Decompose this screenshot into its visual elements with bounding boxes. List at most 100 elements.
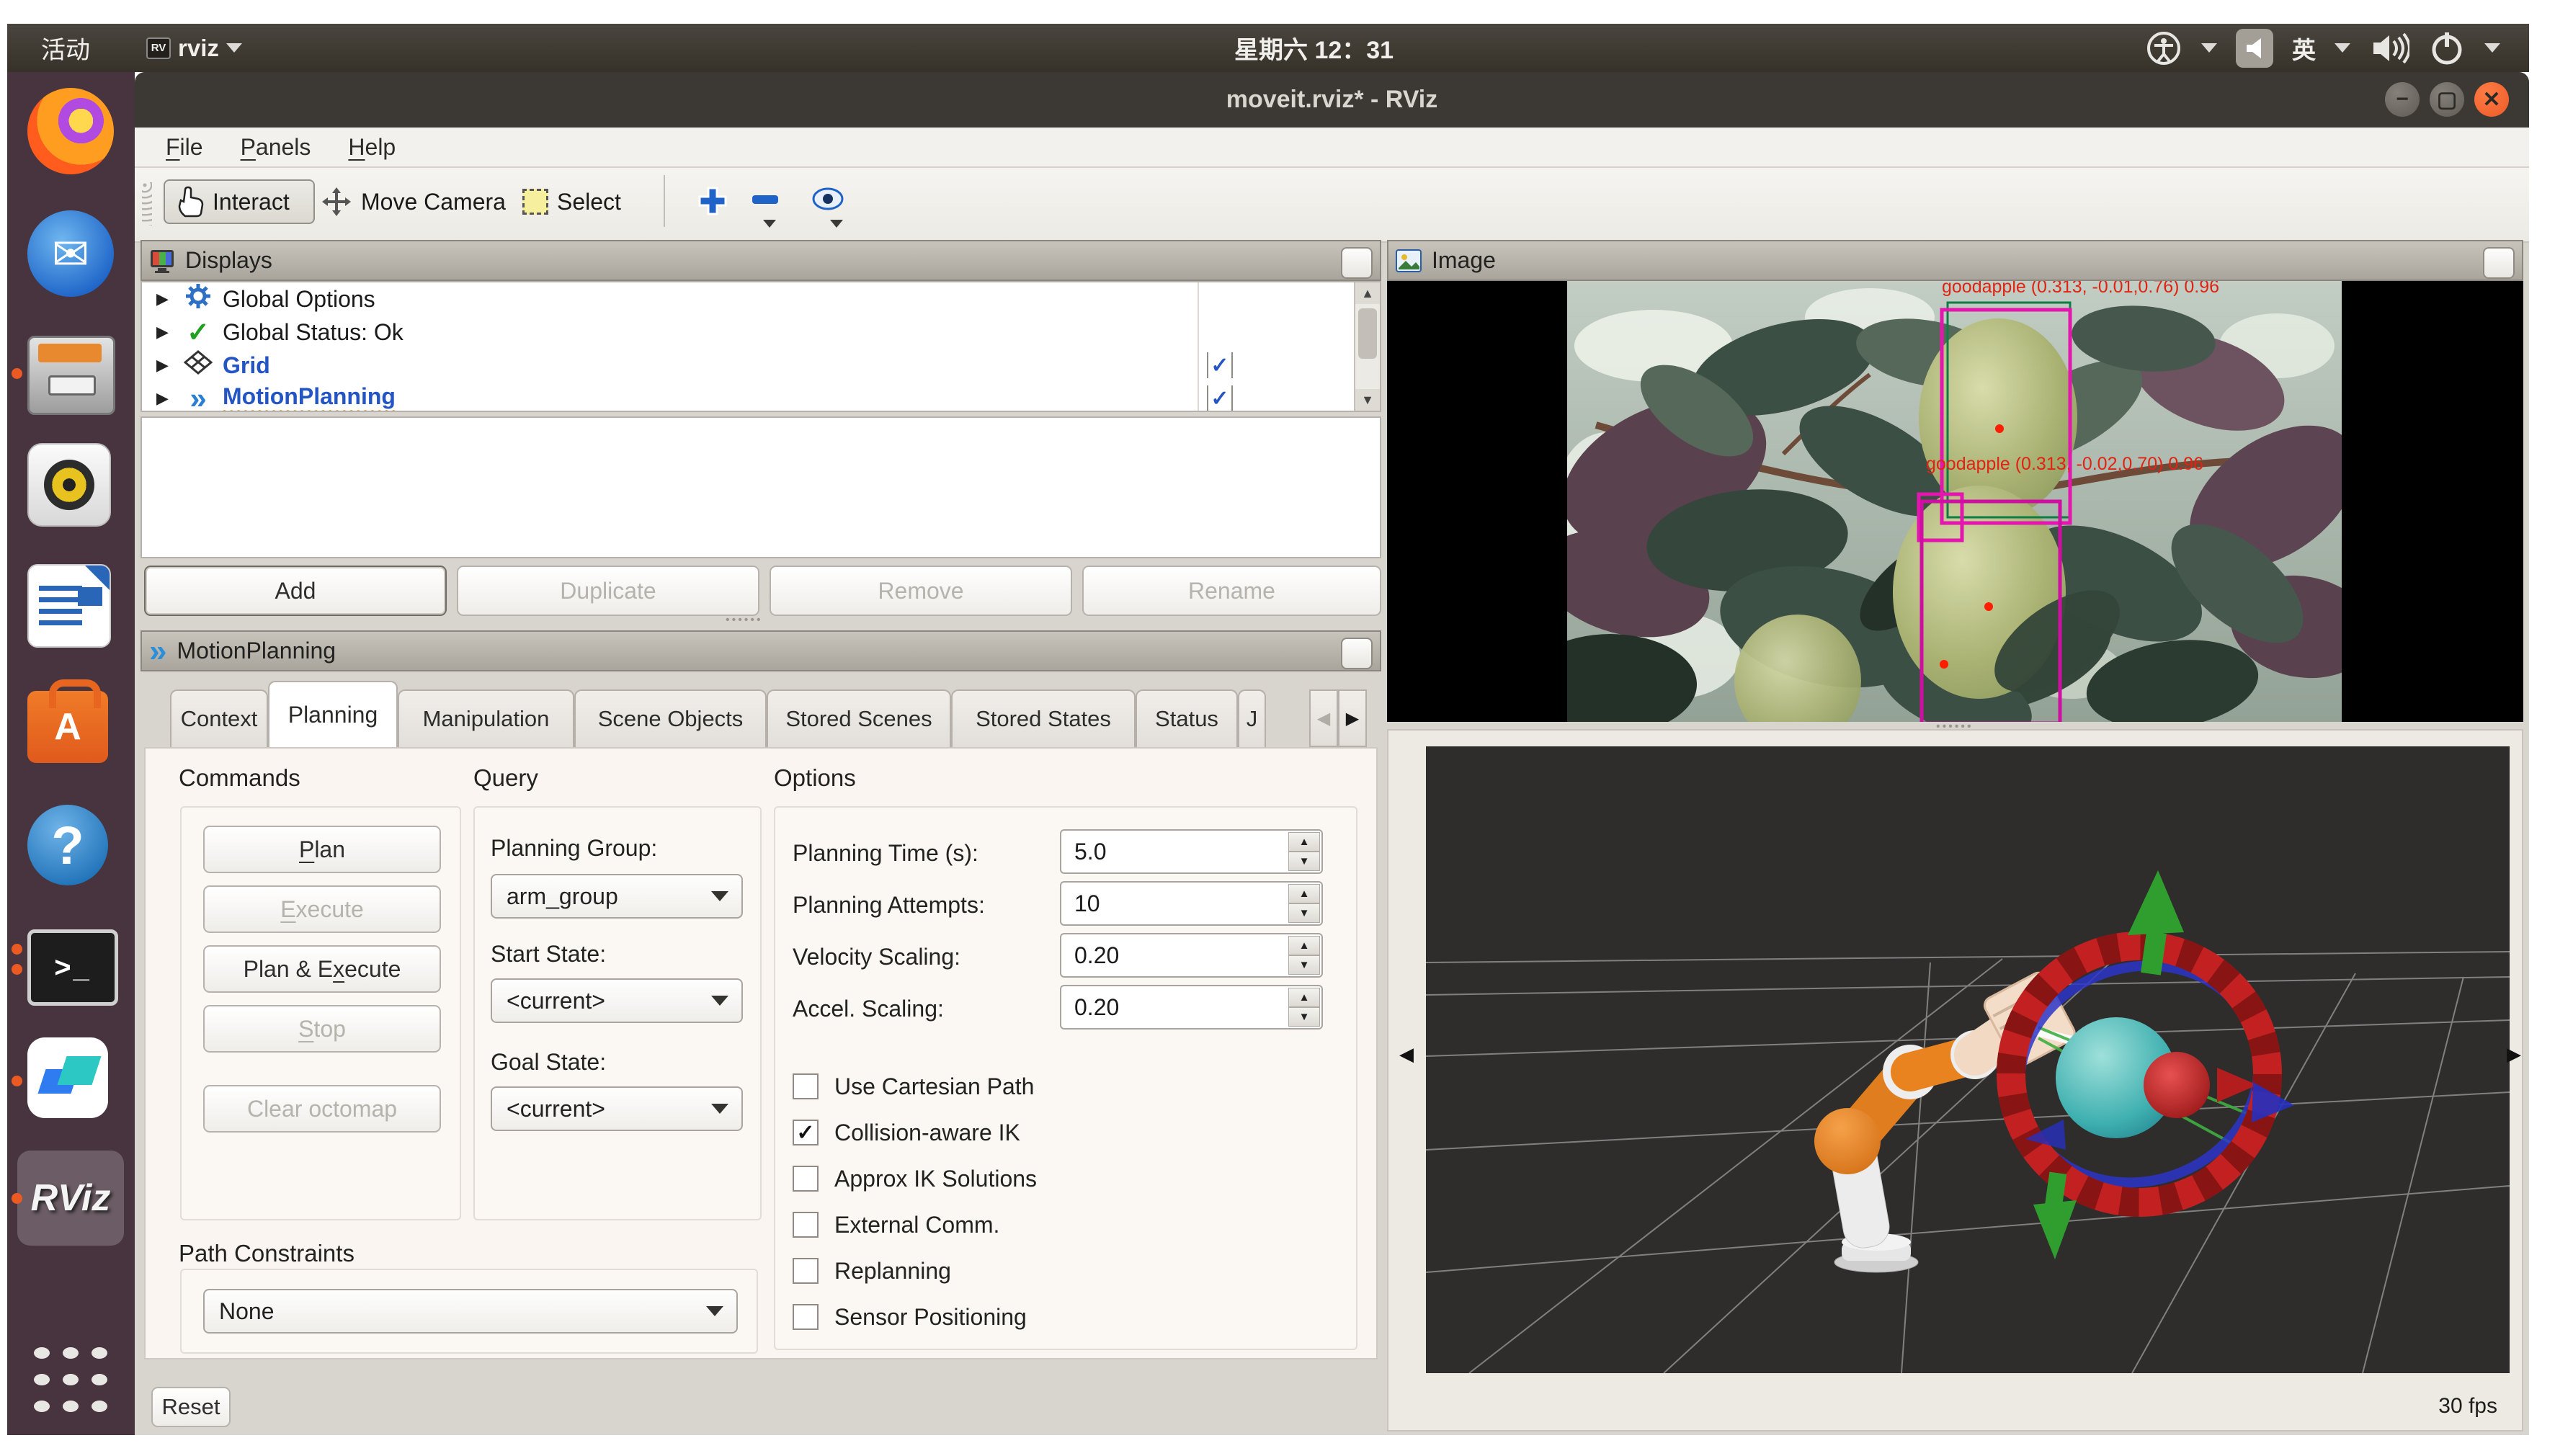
minimize-button[interactable]: − <box>2385 82 2420 117</box>
spin-down-icon[interactable]: ▼ <box>1288 955 1320 975</box>
grid-enabled-checkbox[interactable] <box>1207 352 1233 378</box>
panel-scroll-right-icon[interactable]: ▶ <box>2507 1043 2521 1066</box>
interact-tool-button[interactable]: Interact <box>164 179 315 224</box>
dock-terminal-icon[interactable]: >_ <box>27 922 114 1009</box>
tab-scene-objects[interactable]: Scene Objects <box>574 689 767 747</box>
planning-attempts-spinbox[interactable]: 10 ▲▼ <box>1060 881 1323 926</box>
motionplanning-panel-header[interactable]: » MotionPlanning <box>141 630 1381 671</box>
tab-stored-scenes[interactable]: Stored Scenes <box>767 689 951 747</box>
accel-scaling-spinbox[interactable]: 0.20 ▲▼ <box>1060 985 1323 1030</box>
tab-context[interactable]: Context <box>170 689 268 747</box>
dock-help-icon[interactable]: ? <box>27 805 114 891</box>
move-camera-tool-button[interactable]: Move Camera <box>321 179 506 224</box>
tab-stored-states[interactable]: Stored States <box>951 689 1136 747</box>
tab-scroll-left-button[interactable]: ◀ <box>1309 689 1338 747</box>
expander-icon[interactable]: ▶ <box>156 356 169 375</box>
replanning-checkbox[interactable]: Replanning <box>793 1256 951 1285</box>
velocity-scaling-spinbox[interactable]: 0.20 ▲▼ <box>1060 933 1323 978</box>
chevron-down-icon[interactable] <box>2201 43 2217 53</box>
expander-icon[interactable]: ▶ <box>156 389 169 408</box>
panel-scroll-left-icon[interactable]: ◀ <box>1399 1043 1414 1066</box>
reset-button[interactable]: Reset <box>151 1387 231 1427</box>
menu-panels[interactable]: Panels <box>241 134 311 161</box>
window-title-bar[interactable]: moveit.rviz* - RViz − ▢ ✕ <box>135 72 2529 128</box>
input-method-indicator[interactable]: 英 <box>2292 31 2316 66</box>
clear-octomap-button[interactable]: Clear octomap <box>203 1085 441 1133</box>
plan-and-execute-button[interactable]: Plan & Execute <box>203 945 441 993</box>
power-icon[interactable] <box>2428 30 2466 67</box>
use-cartesian-path-checkbox[interactable]: Use Cartesian Path <box>793 1072 1034 1101</box>
goal-state-select[interactable]: <current> <box>491 1086 743 1131</box>
scrollbar-thumb[interactable] <box>1358 308 1377 359</box>
add-tool-icon[interactable] <box>697 185 728 217</box>
collision-aware-ik-checkbox[interactable]: Collision-aware IK <box>793 1118 1020 1147</box>
tree-scrollbar[interactable]: ▲ ▼ <box>1354 282 1380 411</box>
tree-row-motionplanning[interactable]: ▶ » MotionPlanning <box>142 382 1380 412</box>
dock-thunderbird-icon[interactable]: ✉ <box>27 210 114 297</box>
tab-joints-clipped[interactable]: J <box>1238 689 1266 747</box>
stop-button[interactable]: Stop <box>203 1005 441 1053</box>
path-constraints-select[interactable]: None <box>203 1289 738 1334</box>
mute-indicator-button[interactable] <box>2236 29 2273 68</box>
chevron-down-icon[interactable] <box>2335 43 2350 53</box>
add-display-button[interactable]: Add <box>144 566 447 616</box>
scroll-up-icon[interactable]: ▲ <box>1355 282 1380 304</box>
chevron-down-icon[interactable] <box>2484 43 2500 53</box>
maximize-button[interactable]: ▢ <box>2430 82 2464 117</box>
start-state-select[interactable]: <current> <box>491 978 743 1023</box>
dock-writer-icon[interactable] <box>27 564 114 651</box>
dock-firefox-icon[interactable] <box>27 88 114 174</box>
planning-group-select[interactable]: arm_group <box>491 874 743 919</box>
rename-display-button[interactable]: Rename <box>1082 566 1381 616</box>
spin-down-icon[interactable]: ▼ <box>1288 1007 1320 1027</box>
chevron-down-icon[interactable] <box>763 220 776 228</box>
float-panel-button[interactable] <box>1341 638 1373 669</box>
clock[interactable]: 星期六 12：31 <box>1234 24 1394 72</box>
float-panel-button[interactable] <box>2483 247 2515 279</box>
app-menu[interactable]: RV rviz <box>146 35 242 62</box>
float-panel-button[interactable] <box>1341 247 1373 279</box>
dock-files-icon[interactable] <box>27 330 114 416</box>
splitter-handle[interactable]: •••••• <box>726 614 763 627</box>
close-button[interactable]: ✕ <box>2474 82 2509 117</box>
image-panel-header[interactable]: Image <box>1387 240 2523 281</box>
scroll-down-icon[interactable]: ▼ <box>1355 389 1380 411</box>
volume-icon[interactable] <box>2369 30 2409 67</box>
tree-row-global-status[interactable]: ▶ ✓ Global Status: Ok <box>142 316 1380 349</box>
select-tool-button[interactable]: Select <box>522 179 621 224</box>
visibility-tool-icon[interactable] <box>811 184 845 214</box>
tab-scroll-right-button[interactable]: ▶ <box>1338 689 1367 747</box>
toolbar-grip[interactable] <box>142 182 152 225</box>
approx-ik-solutions-checkbox[interactable]: Approx IK Solutions <box>793 1164 1037 1193</box>
chevron-down-icon[interactable] <box>830 220 843 228</box>
show-applications-button[interactable] <box>27 1340 114 1426</box>
tree-row-global-options[interactable]: ▶ Global Options <box>142 282 1380 316</box>
tree-row-grid[interactable]: ▶ Grid <box>142 349 1380 382</box>
dock-rviz-icon[interactable]: RViz <box>17 1151 124 1246</box>
spin-up-icon[interactable]: ▲ <box>1288 936 1320 955</box>
tab-manipulation[interactable]: Manipulation <box>398 689 574 747</box>
activities-button[interactable]: 活动 <box>41 30 90 66</box>
spin-down-icon[interactable]: ▼ <box>1288 903 1320 923</box>
displays-panel-header[interactable]: Displays <box>141 240 1381 281</box>
accessibility-icon[interactable] <box>2145 30 2182 67</box>
plan-button[interactable]: Plan <box>203 826 441 873</box>
dock-todesk-icon[interactable] <box>27 1037 114 1124</box>
tab-planning[interactable]: Planning <box>268 681 398 747</box>
spin-down-icon[interactable]: ▼ <box>1288 852 1320 871</box>
3d-viewport[interactable] <box>1426 746 2510 1373</box>
expander-icon[interactable]: ▶ <box>156 290 169 308</box>
remove-display-button[interactable]: Remove <box>770 566 1072 616</box>
execute-button[interactable]: Execute <box>203 885 441 933</box>
remove-tool-icon[interactable] <box>752 195 778 204</box>
menu-help[interactable]: Help <box>348 134 396 161</box>
motionplanning-enabled-checkbox[interactable] <box>1207 385 1233 411</box>
menu-file[interactable]: File <box>166 134 203 161</box>
spin-up-icon[interactable]: ▲ <box>1288 988 1320 1007</box>
camera-image-view[interactable]: goodapple (0.313, -0.01,0.76) 0.96 gooda… <box>1387 281 2523 722</box>
external-comm-checkbox[interactable]: External Comm. <box>793 1210 999 1239</box>
spin-up-icon[interactable]: ▲ <box>1288 832 1320 852</box>
dock-rhythmbox-icon[interactable] <box>27 443 114 530</box>
planning-time-spinbox[interactable]: 5.0 ▲▼ <box>1060 829 1323 874</box>
expander-icon[interactable]: ▶ <box>156 323 169 341</box>
